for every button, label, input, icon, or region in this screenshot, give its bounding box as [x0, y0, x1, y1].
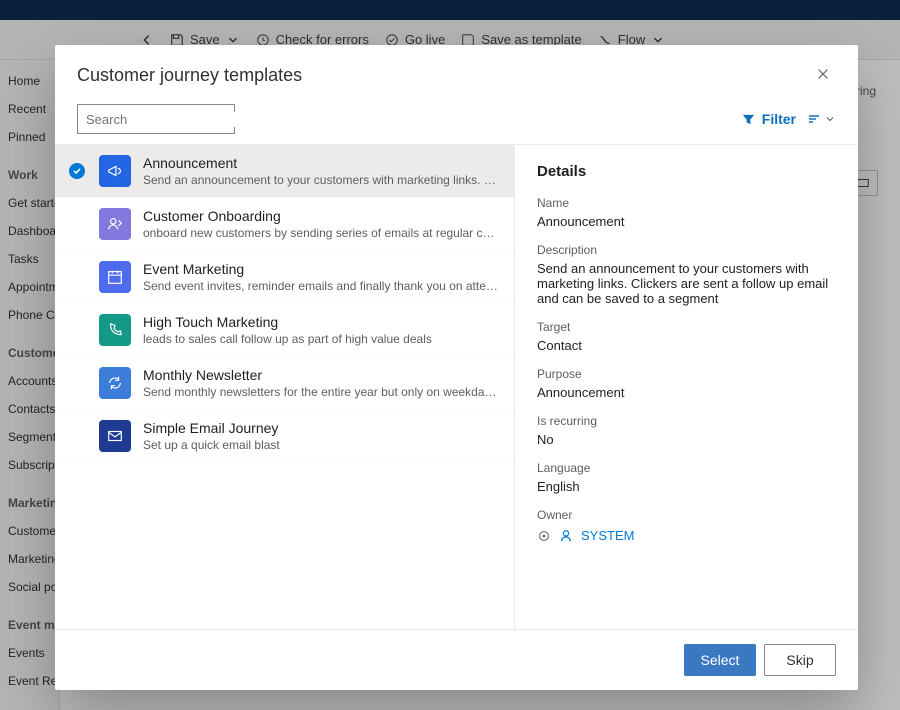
detail-value-name: Announcement — [537, 214, 836, 229]
nav-dashboards[interactable]: Dashboards — [4, 218, 55, 244]
nav-section-event: Event management — [4, 612, 55, 638]
template-desc: leads to sales call follow up as part of… — [143, 332, 500, 346]
person-icon — [559, 529, 573, 543]
template-desc: Set up a quick email blast — [143, 438, 500, 452]
nav-subscriptions[interactable]: Subscriptions — [4, 452, 55, 478]
mail-icon — [99, 420, 131, 452]
chevron-down-icon — [824, 113, 836, 125]
phone-icon — [99, 314, 131, 346]
megaphone-icon — [99, 155, 131, 187]
details-header: Details — [537, 163, 836, 180]
nav-event-registrations[interactable]: Event Registrations — [4, 668, 55, 694]
template-name: Monthly Newsletter — [143, 367, 500, 383]
detail-label-recurring: Is recurring — [537, 414, 836, 428]
detail-value-recurring: No — [537, 432, 836, 447]
templates-modal: Customer journey templates Filter — [55, 45, 858, 690]
template-row-announcement[interactable]: Announcement Send an announcement to you… — [55, 145, 514, 198]
nav-tasks[interactable]: Tasks — [4, 246, 55, 272]
templates-list: Announcement Send an announcement to you… — [55, 145, 515, 629]
nav-section-customers: Customers — [4, 340, 55, 366]
nav-pinned[interactable]: Pinned — [4, 124, 55, 150]
detail-label-name: Name — [537, 196, 836, 210]
detail-label-language: Language — [537, 461, 836, 475]
template-row-event[interactable]: Event Marketing Send event invites, remi… — [55, 251, 514, 304]
template-row-newsletter[interactable]: Monthly Newsletter Send monthly newslett… — [55, 357, 514, 410]
detail-value-purpose: Announcement — [537, 385, 836, 400]
expand-icon — [856, 176, 870, 190]
sort-icon — [806, 111, 822, 127]
nav-contacts[interactable]: Contacts — [4, 396, 55, 422]
filter-button[interactable]: Filter — [741, 111, 796, 127]
nav-events[interactable]: Events — [4, 640, 55, 666]
template-name: Announcement — [143, 155, 500, 171]
template-name: Customer Onboarding — [143, 208, 500, 224]
nav-phone-calls[interactable]: Phone Calls — [4, 302, 55, 328]
detail-label-owner: Owner — [537, 508, 836, 522]
nav-section-marketing: Marketing execution — [4, 490, 55, 516]
nav-marketing-emails[interactable]: Marketing emails — [4, 546, 55, 572]
target-icon — [537, 529, 551, 543]
template-row-onboarding[interactable]: Customer Onboarding onboard new customer… — [55, 198, 514, 251]
template-desc: Send monthly newsletters for the entire … — [143, 385, 500, 399]
selected-check-icon — [69, 163, 85, 179]
nav-section-work: Work — [4, 162, 55, 188]
detail-label-purpose: Purpose — [537, 367, 836, 381]
skip-button[interactable]: Skip — [764, 644, 836, 676]
nav-recent[interactable]: Recent — [4, 96, 55, 122]
modal-title: Customer journey templates — [77, 65, 302, 86]
close-button[interactable] — [810, 61, 836, 90]
app-title-bar — [0, 0, 900, 20]
template-desc: onboard new customers by sending series … — [143, 226, 500, 240]
refresh-icon — [99, 367, 131, 399]
owner-row[interactable]: SYSTEM — [537, 528, 836, 543]
owner-value: SYSTEM — [581, 528, 634, 543]
detail-value-target: Contact — [537, 338, 836, 353]
template-name: Simple Email Journey — [143, 420, 500, 436]
template-desc: Send an announcement to your customers w… — [143, 173, 500, 187]
nav-segments[interactable]: Segments — [4, 424, 55, 450]
nav-customer-journeys[interactable]: Customer journeys — [4, 518, 55, 544]
select-button[interactable]: Select — [684, 644, 756, 676]
filter-label: Filter — [762, 111, 796, 127]
nav-accounts[interactable]: Accounts — [4, 368, 55, 394]
detail-value-language: English — [537, 479, 836, 494]
template-desc: Send event invites, reminder emails and … — [143, 279, 500, 293]
search-input[interactable] — [86, 112, 262, 127]
nav-social-posts[interactable]: Social posts — [4, 574, 55, 600]
calendar-icon — [99, 261, 131, 293]
nav-home[interactable]: Home — [4, 68, 55, 94]
search-box[interactable] — [77, 104, 235, 134]
nav-sidebar: Home Recent Pinned Work Get started Dash… — [0, 60, 60, 710]
sort-button[interactable] — [806, 111, 836, 127]
details-pane: Details Name Announcement Description Se… — [515, 145, 858, 629]
template-row-hightouch[interactable]: High Touch Marketing leads to sales call… — [55, 304, 514, 357]
template-name: Event Marketing — [143, 261, 500, 277]
nav-appointments[interactable]: Appointments — [4, 274, 55, 300]
template-name: High Touch Marketing — [143, 314, 500, 330]
detail-value-description: Send an announcement to your customers w… — [537, 261, 836, 306]
nav-get-started[interactable]: Get started — [4, 190, 55, 216]
detail-label-description: Description — [537, 243, 836, 257]
detail-label-target: Target — [537, 320, 836, 334]
template-row-simple-email[interactable]: Simple Email Journey Set up a quick emai… — [55, 410, 514, 463]
close-icon — [816, 67, 830, 81]
filter-icon — [741, 112, 756, 127]
onboarding-icon — [99, 208, 131, 240]
